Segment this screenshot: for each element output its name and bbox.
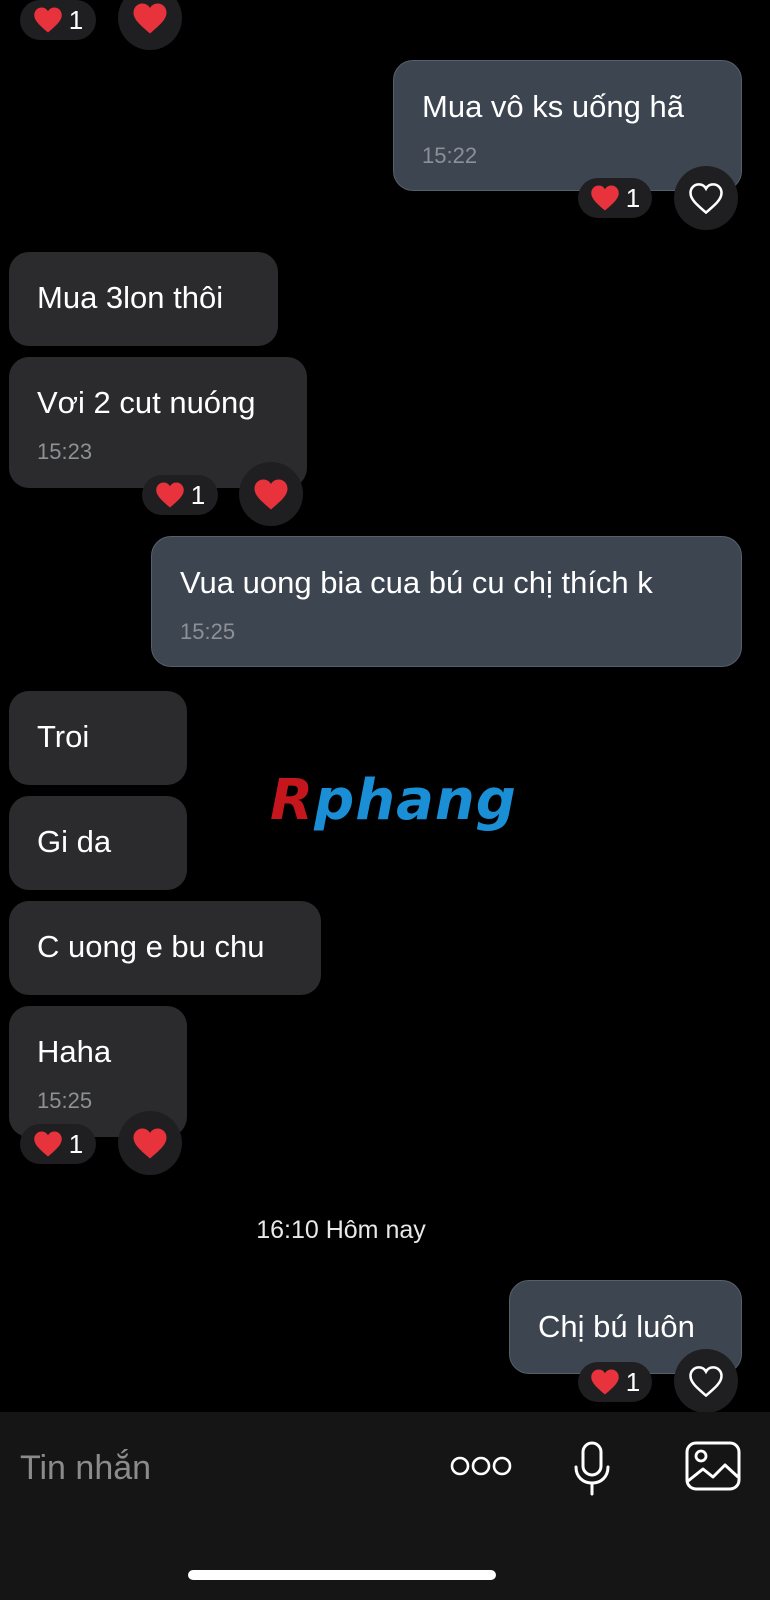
outgoing-message[interactable]: Vua uong bia cua bú cu chị thích k 15:25 — [151, 536, 742, 667]
incoming-message[interactable]: C uong e bu chu — [9, 901, 321, 995]
microphone-icon[interactable] — [570, 1440, 614, 1498]
react-button[interactable] — [118, 1111, 182, 1175]
message-text: C uong e bu chu — [37, 929, 265, 964]
home-indicator[interactable] — [188, 1570, 496, 1580]
incoming-message[interactable]: Mua 3lon thôi — [9, 252, 278, 346]
react-button[interactable] — [118, 0, 182, 50]
watermark-logo: Rphang — [270, 768, 517, 833]
message-text: Haha — [37, 1034, 112, 1069]
time-separator: 16:10 Hôm nay — [256, 1216, 426, 1244]
message-text: Vua uong bia cua bú cu chị thích k — [180, 565, 653, 600]
red-heart-icon — [591, 185, 619, 211]
reaction-count: 1 — [68, 1128, 84, 1159]
react-button[interactable] — [239, 462, 303, 526]
incoming-message[interactable]: Gi da — [9, 796, 187, 890]
heart-outline-icon — [689, 1365, 723, 1397]
heart-outline-icon — [689, 182, 723, 214]
react-button[interactable] — [674, 1349, 738, 1412]
red-heart-icon — [156, 482, 184, 508]
reaction-count-pill[interactable]: 1 — [20, 0, 96, 40]
reaction-count: 1 — [190, 479, 206, 510]
reaction-count-pill[interactable]: 1 — [142, 475, 218, 515]
reaction-count-pill[interactable]: 1 — [20, 1124, 96, 1164]
more-dots-icon[interactable] — [448, 1444, 514, 1488]
image-gallery-icon[interactable] — [684, 1440, 742, 1492]
message-text: Mua vô ks uống hã — [422, 89, 684, 124]
red-heart-icon — [34, 7, 62, 33]
message-text: Gi da — [37, 824, 112, 859]
red-heart-icon — [133, 3, 167, 33]
incoming-message[interactable]: Troi — [9, 691, 187, 785]
red-heart-icon — [34, 1131, 62, 1157]
message-time: 15:23 — [37, 439, 93, 464]
reaction-count: 1 — [625, 1366, 641, 1397]
red-heart-icon — [133, 1128, 167, 1158]
message-text: Chị bú luôn — [538, 1309, 695, 1344]
reaction-count-pill[interactable]: 1 — [578, 178, 652, 218]
message-text: Mua 3lon thôi — [37, 280, 224, 315]
message-time: 15:25 — [37, 1088, 93, 1113]
reaction-count: 1 — [68, 4, 84, 35]
message-text: Troi — [37, 719, 90, 754]
reaction-count-pill[interactable]: 1 — [578, 1362, 652, 1402]
red-heart-icon — [591, 1369, 619, 1395]
message-time: 15:22 — [422, 143, 478, 168]
message-input[interactable] — [20, 1446, 420, 1490]
chat-thread[interactable]: 1 Mua vô ks uống hã 15:22 1 Mua 3lon thô… — [0, 0, 770, 1412]
red-heart-icon — [254, 479, 288, 509]
react-button[interactable] — [674, 166, 738, 230]
message-text: Vơi 2 cut nuóng — [37, 385, 256, 420]
message-time: 15:25 — [180, 619, 236, 644]
reaction-count: 1 — [625, 182, 641, 213]
